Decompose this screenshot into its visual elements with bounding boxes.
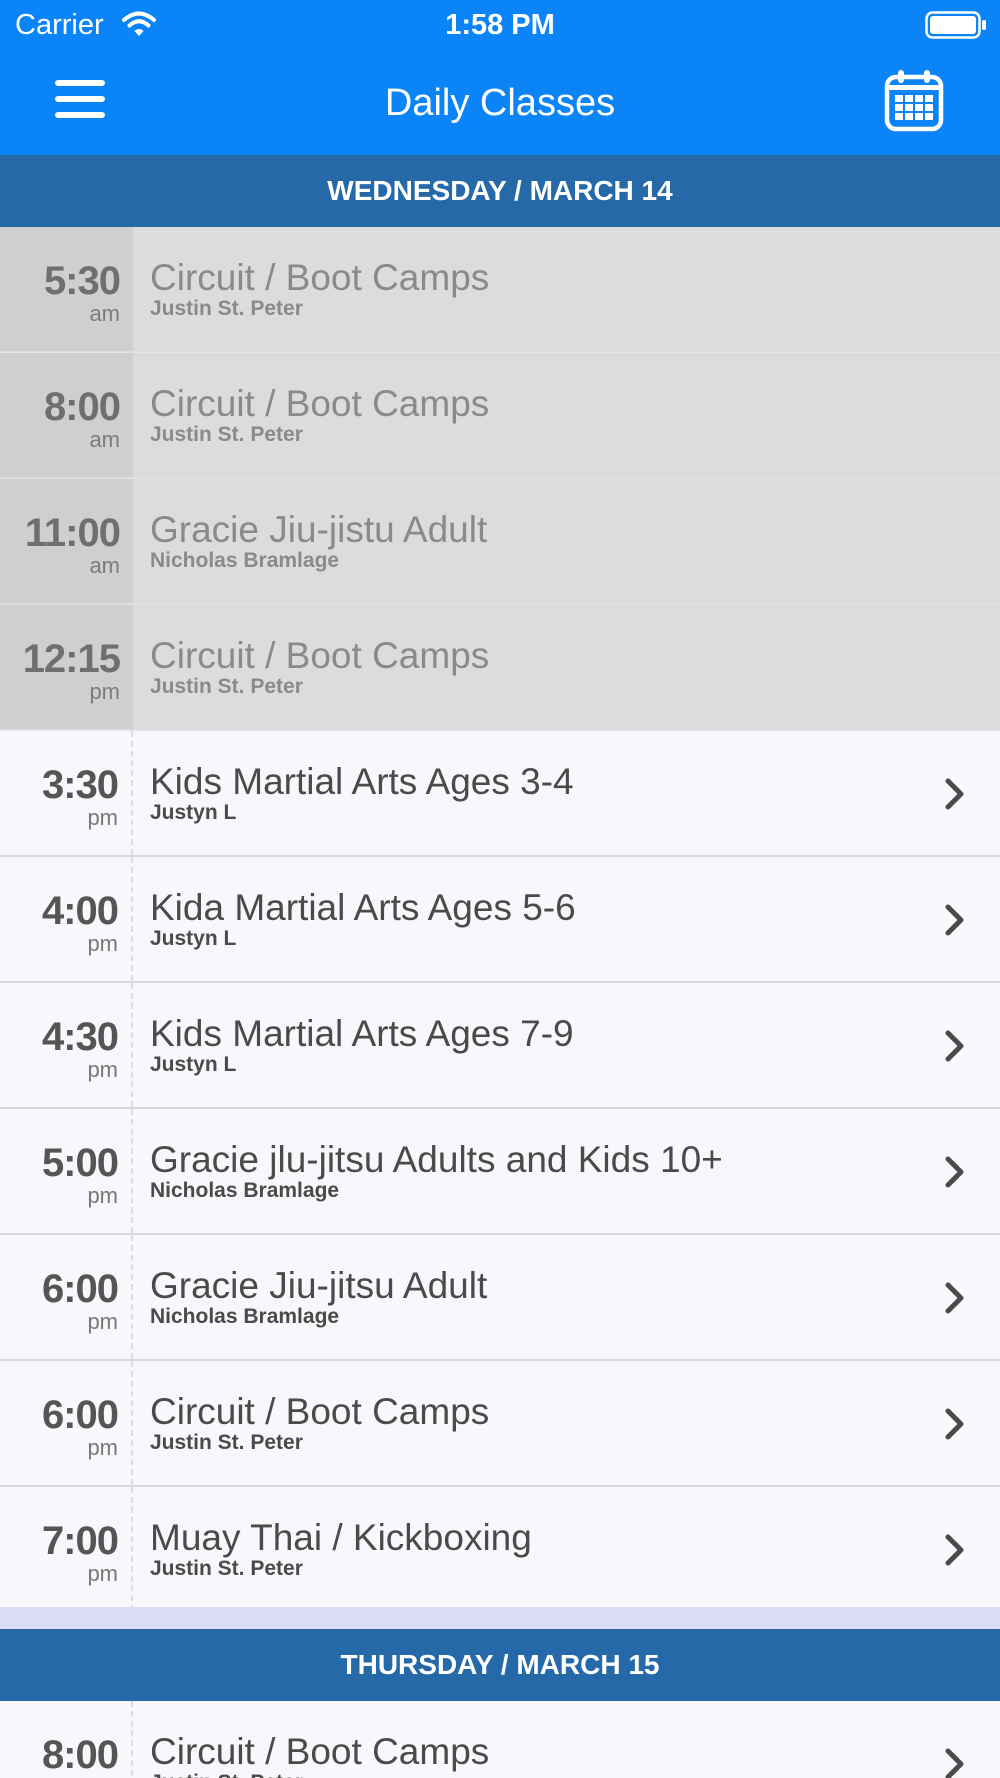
app: Carrier 1:58 PM Daily Classes WEDNESDAY … [0,0,1000,1778]
class-time: 11:00 [24,511,121,555]
class-time-period: pm [87,805,118,830]
class-time-period: pm [87,1183,118,1208]
page-title: Daily Classes [384,82,616,124]
class-title: Circuit / Boot Camps [150,383,490,424]
chevron-right-icon [945,1408,964,1440]
class-time: 7:00 [41,1519,119,1563]
class-time: 4:00 [41,889,119,933]
class-list: 8:00 Circuit / Boot CampsJustin St. Peter [0,1701,1000,1778]
class-row[interactable]: 6:00 pm Circuit / Boot Camps Justin St. Pet… [0,1361,1000,1487]
status-bar: Carrier 1:58 PM [0,0,1000,50]
class-row: 11:00 am Gracie Jiu-jistu Adult Nicholas Br… [0,479,1000,605]
class-time: 3:30 [41,763,119,807]
chevron-right-icon [945,904,964,936]
class-time: 5:30 [43,259,121,303]
class-row[interactable]: 3:30 pm Kids Martial Arts Ages 3-4 Justyn L [0,731,1000,857]
class-row: 12:15 pm Circuit / Boot Camps Justin St. Pe… [0,605,1000,731]
battery-icon [925,11,986,39]
class-title: Circuit / Boot Camps [150,635,490,676]
class-title: Circuit / Boot Camps [150,1391,490,1432]
time-cell: 8:00 [0,1701,133,1778]
chevron-right-icon [945,1748,964,1778]
class-title: Circuit / Boot Camps [150,1731,490,1772]
time-cell: 8:00 am [0,353,133,477]
class-time: 8:00 [41,1733,119,1777]
class-title: Gracie Jiu-jistu Adult [150,509,488,550]
chevron-right-icon [945,1156,964,1188]
class-title: Gracie jlu-jitsu Adults and Kids 10+ [150,1139,723,1180]
day-header: THURSDAY / MARCH 15 [0,1629,1000,1701]
class-time: 4:30 [41,1015,119,1059]
time-cell: 4:30 pm [0,983,133,1107]
class-row[interactable]: 7:00 pm Muay Thai / Kickboxing Justin St. P… [0,1487,1000,1613]
time-cell: 4:00 pm [0,857,133,981]
class-instructor: Nicholas Bramlage [150,549,340,572]
time-cell: 6:00 pm [0,1361,133,1485]
class-instructor: Nicholas Bramlage [150,1305,340,1328]
class-instructor: Justyn L [150,801,237,824]
class-time-period: am [89,301,120,326]
class-row[interactable]: 5:00 pm Gracie jlu-jitsu Adults and Kids 1… [0,1109,1000,1235]
class-time-period: pm [87,1435,118,1460]
class-time: 8:00 [43,385,121,429]
class-title: Kids Martial Arts Ages 3-4 [150,761,574,802]
class-title: Circuit / Boot Camps [150,257,490,298]
nav-bar: Daily Classes [0,50,1000,155]
class-title: Kids Martial Arts Ages 7-9 [150,1013,574,1054]
class-time: 5:00 [41,1141,119,1185]
class-title: Muay Thai / Kickboxing [150,1517,532,1558]
class-row[interactable]: 6:00 pm Gracie Jiu-jitsu Adult Nicholas Bra… [0,1235,1000,1361]
class-time-period: pm [87,1057,118,1082]
class-time-period: pm [89,679,120,704]
status-time: 1:58 PM [445,9,555,41]
class-title: Gracie Jiu-jitsu Adult [150,1265,488,1306]
class-time: 6:00 [41,1393,119,1437]
day-separator [0,1607,1000,1629]
class-instructor: Justyn L [150,1053,237,1076]
chevron-right-icon [945,1030,964,1062]
chevron-right-icon [945,778,964,810]
time-cell: 5:00 pm [0,1109,133,1233]
class-time: 6:00 [41,1267,119,1311]
class-time-period: pm [87,1309,118,1334]
time-cell: 3:30 pm [0,731,133,855]
time-cell: 6:00 pm [0,1235,133,1359]
time-cell: 5:30 am [0,227,133,351]
day-header: WEDNESDAY / MARCH 14 [0,155,1000,227]
class-time: 12:15 [22,637,121,681]
calendar-icon[interactable] [884,68,944,132]
chevron-right-icon [945,1282,964,1314]
class-time-period: am [89,553,120,578]
class-list: 5:30 am Circuit / Boot Camps Justin St. Pet… [0,227,1000,1613]
class-row[interactable]: 4:00 pm Kida Martial Arts Ages 5-6 Justyn L [0,857,1000,983]
time-cell: 12:15 pm [0,605,133,729]
class-instructor: Justyn L [150,927,237,950]
class-time-period: pm [87,931,118,956]
time-cell: 11:00 am [0,479,133,603]
class-instructor: Nicholas Bramlage [150,1179,340,1202]
class-row[interactable]: 4:30 pm Kids Martial Arts Ages 7-9 Justyn L [0,983,1000,1109]
class-instructor: Justin St. Peter [150,423,303,446]
chevron-right-icon [945,1534,964,1566]
class-instructor: Justin St. Peter [150,675,303,698]
class-row: 5:30 am Circuit / Boot Camps Justin St. Pet… [0,227,1000,353]
app-header: Carrier 1:58 PM Daily Classes [0,0,1000,155]
class-row[interactable]: 8:00 Circuit / Boot CampsJustin St. Peter [0,1701,1000,1778]
class-time-period: pm [87,1561,118,1586]
class-instructor: Justin St. Peter [150,297,303,320]
class-instructor: Justin St. Peter [150,1431,303,1454]
class-instructor: Justin St. Peter [150,1557,303,1580]
class-time-period: am [89,427,120,452]
time-cell: 7:00 pm [0,1487,133,1611]
class-row: 8:00 am Circuit / Boot Camps Justin St. Pet… [0,353,1000,479]
class-instructor: Justin St. Peter [150,1771,303,1778]
class-title: Kida Martial Arts Ages 5-6 [150,887,576,928]
